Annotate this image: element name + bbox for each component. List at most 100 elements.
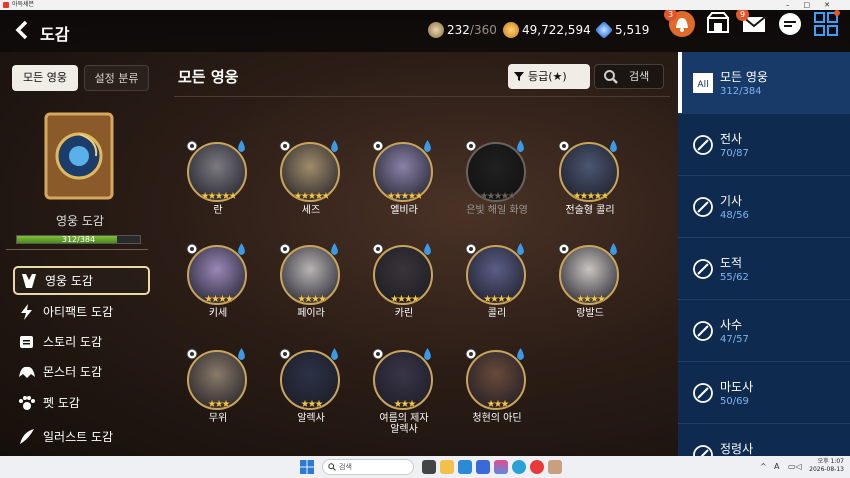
class-name: 정령사 [720, 442, 754, 456]
class-filter-panel: All 모든 영웅 312/384 전사 70/87 기사 48/56 도적 55/62 사수 47… [678, 52, 850, 456]
codex-book-icon [44, 112, 114, 200]
gold-counter[interactable]: 49,722,594 [503, 22, 591, 38]
clock-date: 2026-08-13 [809, 466, 844, 473]
class-name: 모든 영웅 [720, 70, 768, 84]
mage-icon [693, 383, 713, 403]
water-element-icon [610, 243, 617, 255]
search-button[interactable]: 검색 [594, 64, 664, 89]
ime-indicator[interactable]: A [774, 462, 779, 471]
class-count: 70/87 [720, 148, 749, 159]
water-element-icon [424, 243, 431, 255]
tray-chevron-icon[interactable]: ^ [760, 462, 767, 471]
menu-label: 아티팩트 도감 [43, 305, 114, 319]
water-element-icon [517, 140, 524, 152]
window-controls[interactable]: –□✕ [786, 0, 844, 10]
gem-counter[interactable]: 5,519 [594, 20, 649, 40]
hero-card[interactable]: ★★★★ 페이라 [266, 240, 356, 330]
grid-menu-icon [814, 10, 840, 36]
back-arrow-icon[interactable] [12, 19, 34, 41]
hero-card[interactable]: ★★★★★ 세즈 [266, 137, 356, 227]
app-icon[interactable] [476, 460, 490, 474]
gear-icon [372, 348, 384, 360]
gear-icon [558, 140, 570, 152]
file-explorer-icon[interactable] [440, 460, 454, 474]
menu-hero-codex[interactable]: 영웅 도감 [13, 266, 150, 295]
stamina-counter[interactable]: 232 /360 [428, 22, 497, 38]
menu-grid-button[interactable] [812, 10, 840, 38]
water-element-icon [238, 348, 245, 360]
hero-stars: ★★★★ [576, 294, 606, 305]
stamina-current: 232 [447, 23, 470, 37]
taskbar-clock[interactable]: 오후 1:07 2026-08-13 [808, 458, 844, 474]
hero-card[interactable]: ★★★ 무위 [173, 345, 263, 435]
hero-card[interactable]: ★★★ 알렉사 [266, 345, 356, 435]
class-filter-rogue[interactable]: 도적 55/62 [678, 238, 850, 300]
hero-card[interactable]: ★★★★★ 은빛 해일 화영 [452, 137, 542, 227]
hero-card[interactable]: ★★★ 여름의 제자 알렉사 [359, 345, 449, 435]
svg-text:All: All [697, 80, 708, 90]
window-titlebar: 아득세븐 –□✕ [0, 0, 850, 10]
network-volume-icon[interactable]: ▭◁ [788, 462, 802, 471]
notification-button[interactable]: 3 [664, 10, 696, 38]
hero-icon [22, 273, 36, 288]
hero-card[interactable]: ★★★★★ 엘비라 [359, 137, 449, 227]
page-title: 도감 [40, 25, 70, 44]
spirit-icon [693, 445, 713, 456]
stamina-icon [428, 22, 444, 38]
hero-card[interactable]: ★★★★ 콜리 [452, 240, 542, 330]
class-filter-archer[interactable]: 사수 47/57 [678, 300, 850, 362]
top-bar: 도감 232 /360 49,722,594 5,519 3 9 [0, 10, 850, 52]
class-name: 전사 [720, 132, 743, 146]
class-name: 기사 [720, 194, 743, 208]
hero-card[interactable]: ★★★★ 카린 [359, 240, 449, 330]
menu-pet-codex[interactable]: 펫 도감 [13, 388, 150, 417]
copilot-icon[interactable] [494, 460, 508, 474]
water-element-icon [424, 140, 431, 152]
paw-icon [19, 395, 35, 410]
gear-icon [372, 140, 384, 152]
shop-button[interactable] [704, 10, 732, 38]
mail-button[interactable]: 9 [736, 10, 768, 38]
edge-browser-icon[interactable] [512, 460, 526, 474]
gear-icon [186, 140, 198, 152]
store-icon[interactable] [458, 460, 472, 474]
class-filter-knight[interactable]: 기사 48/56 [678, 176, 850, 238]
sort-by-grade-button[interactable]: 등급(★) [508, 64, 590, 89]
hero-card[interactable]: ★★★★ 키세 [173, 240, 263, 330]
class-filter-warrior[interactable]: 전사 70/87 [678, 114, 850, 176]
task-view-icon[interactable] [422, 460, 436, 474]
hero-name: 전술형 콜리 [565, 205, 615, 216]
tab-all-heroes[interactable]: 모든 영웅 [12, 65, 78, 91]
chat-icon [779, 13, 801, 35]
hero-stars: ★★★★★ [200, 191, 238, 202]
taskbar-search-placeholder: 검색 [339, 463, 352, 471]
tab-setting-category[interactable]: 설정 분류 [84, 65, 149, 91]
hero-card[interactable]: ★★★★★ 란 [173, 137, 263, 227]
scroll-icon [20, 335, 33, 348]
hero-name: 랑발드 [576, 308, 604, 319]
taskbar-search-input[interactable]: 검색 [322, 459, 414, 475]
search-icon [328, 463, 336, 471]
search-icon [604, 70, 618, 84]
hero-stars: ★★★★★ [386, 191, 424, 202]
window-title: 아득세븐 [12, 1, 35, 8]
class-filter-spirit[interactable]: 정령사 [678, 424, 850, 456]
game-app-icon[interactable] [548, 460, 562, 474]
menu-label: 몬스터 도감 [43, 365, 103, 379]
class-filter-all[interactable]: All 모든 영웅 312/384 [678, 52, 850, 114]
menu-artifact-codex[interactable]: 아티팩트 도감 [13, 297, 150, 326]
chat-button[interactable] [776, 10, 804, 38]
hero-card[interactable]: ★★★ 청현의 아딘 [452, 345, 542, 435]
class-count: 47/57 [720, 334, 749, 345]
hero-card[interactable]: ★★★★★ 전술형 콜리 [545, 137, 635, 227]
menu-illustration-codex[interactable]: 일러스트 도감 [13, 422, 150, 451]
class-filter-mage[interactable]: 마도사 50/69 [678, 362, 850, 424]
menu-monster-codex[interactable]: 몬스터 도감 [13, 357, 150, 386]
warrior-icon [693, 135, 713, 155]
gold-coin-icon [503, 22, 519, 38]
hero-card[interactable]: ★★★★ 랑발드 [545, 240, 635, 330]
gold-value: 49,722,594 [522, 23, 591, 37]
app-icon[interactable] [530, 460, 544, 474]
windows-start-icon[interactable] [300, 460, 314, 474]
menu-story-codex[interactable]: 스토리 도감 [13, 327, 150, 356]
